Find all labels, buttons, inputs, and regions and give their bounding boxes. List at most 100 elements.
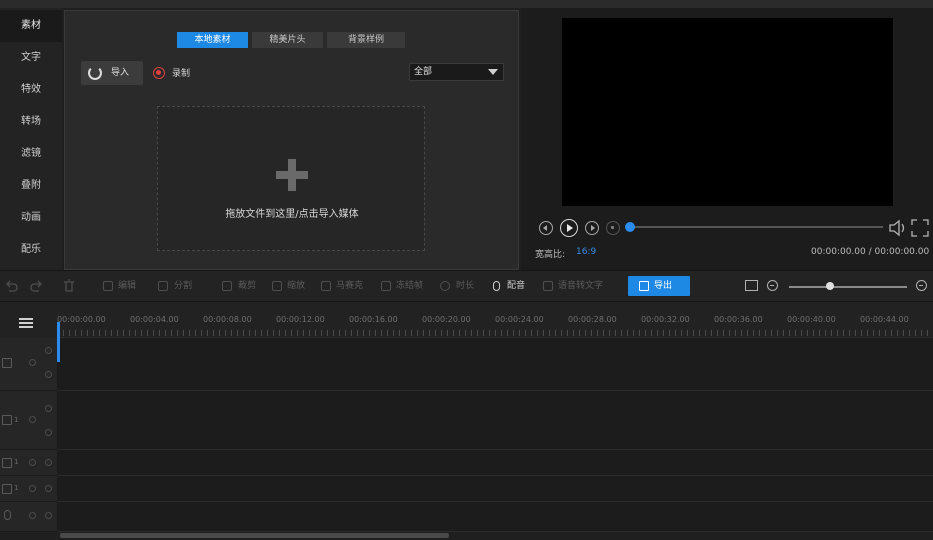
- playhead[interactable]: [57, 322, 60, 362]
- text-track-header: 1: [0, 450, 57, 476]
- tab-backgrounds[interactable]: 背景样例: [327, 32, 405, 48]
- ruler-label: 00:00:20.00: [422, 315, 471, 324]
- video-preview: [562, 18, 893, 206]
- microphone-icon: [493, 281, 500, 291]
- play-icon: [567, 224, 573, 232]
- media-panel: 本地素材 精美片头 背景样例 导入 录制 全部 拖放文件到这里/点击导入媒体: [64, 10, 519, 270]
- preview-panel: 宽高比: 16:9 00:00:00.00 / 00:00:00.00: [521, 8, 933, 270]
- sidebar-item-overlays[interactable]: 叠附: [0, 170, 62, 202]
- voice-track[interactable]: [57, 502, 933, 532]
- record-icon[interactable]: [153, 67, 165, 79]
- sidebar-item-animation[interactable]: 动画: [0, 202, 62, 234]
- toolbar-speech-to-text[interactable]: 语音转文字: [558, 271, 603, 301]
- sidebar-item-media[interactable]: 素材: [0, 10, 62, 42]
- ruler-label: 00:00:36.00: [714, 315, 763, 324]
- zoom-in-icon[interactable]: [916, 280, 927, 291]
- ruler-label: 00:00:16.00: [349, 315, 398, 324]
- ruler-label: 00:00:04.00: [130, 315, 179, 324]
- eye-icon[interactable]: [45, 405, 52, 412]
- track-number: 1: [14, 458, 19, 466]
- seek-bar[interactable]: [629, 226, 883, 228]
- speaker-icon[interactable]: [45, 429, 52, 436]
- aspect-ratio-value[interactable]: 16:9: [576, 247, 596, 257]
- speaker-icon[interactable]: [45, 371, 52, 378]
- toolbar-dubbing[interactable]: 配音: [507, 271, 525, 301]
- microphone-icon: [4, 510, 11, 520]
- video-track[interactable]: [57, 338, 933, 391]
- fullscreen-icon[interactable]: [911, 219, 929, 237]
- fit-timeline-icon[interactable]: [745, 280, 758, 291]
- plus-icon-vertical: [288, 159, 296, 191]
- clock-icon: [440, 281, 450, 291]
- horizontal-scrollbar[interactable]: [60, 533, 449, 538]
- import-button[interactable]: 导入: [81, 61, 143, 85]
- film-icon: [2, 358, 12, 368]
- record-label[interactable]: 录制: [172, 66, 190, 79]
- stop-button[interactable]: [606, 221, 620, 235]
- speaker-icon[interactable]: [45, 512, 52, 519]
- eye-icon[interactable]: [45, 459, 52, 466]
- toolbar-edit[interactable]: 编辑: [118, 271, 136, 301]
- ruler-ticks: [57, 330, 933, 336]
- lock-icon[interactable]: [29, 459, 36, 466]
- split-icon: [158, 281, 168, 291]
- sidebar: 素材 文字 特效 转场 滤镜 叠附 动画 配乐: [0, 8, 62, 270]
- music-track-header: 1: [0, 476, 57, 502]
- toolbar-duration[interactable]: 时长: [456, 271, 474, 301]
- toolbar-mosaic[interactable]: 马赛克: [336, 271, 363, 301]
- lock-icon[interactable]: [29, 485, 36, 492]
- stop-icon: [611, 226, 614, 229]
- timeline-ruler[interactable]: 00:00:00.00 00:00:04.00 00:00:08.00 00:0…: [57, 302, 933, 338]
- undo-icon[interactable]: [4, 279, 18, 293]
- tab-intros[interactable]: 精美片头: [252, 32, 323, 48]
- export-label: 导出: [654, 281, 673, 291]
- lock-icon[interactable]: [29, 512, 36, 519]
- import-icon: [88, 66, 102, 80]
- toolbar-crop[interactable]: 裁剪: [238, 271, 256, 301]
- play-button[interactable]: [560, 219, 578, 237]
- volume-icon[interactable]: [888, 219, 908, 237]
- ruler-label: 00:00:24.00: [495, 315, 544, 324]
- lock-icon[interactable]: [29, 416, 36, 423]
- ruler-label: 00:00:44.00: [860, 315, 909, 324]
- speaker-icon[interactable]: [45, 485, 52, 492]
- sidebar-item-text[interactable]: 文字: [0, 42, 62, 74]
- voice-track-header: [0, 502, 57, 532]
- import-label: 导入: [111, 68, 130, 78]
- seek-handle[interactable]: [625, 222, 635, 232]
- lock-icon[interactable]: [29, 359, 36, 366]
- eye-icon[interactable]: [45, 347, 52, 354]
- next-frame-button[interactable]: [585, 221, 599, 235]
- mosaic-icon: [321, 281, 331, 291]
- toolbar-freeze-frame[interactable]: 冻结帧: [396, 271, 423, 301]
- timeline-header-corner: [0, 302, 57, 338]
- prev-frame-button[interactable]: [539, 221, 553, 235]
- tab-local-media[interactable]: 本地素材: [177, 32, 248, 48]
- sidebar-item-effects[interactable]: 特效: [0, 74, 62, 106]
- redo-icon[interactable]: [30, 279, 44, 293]
- zoom-slider-handle[interactable]: [826, 282, 835, 290]
- ruler-label: 00:00:40.00: [787, 315, 836, 324]
- video-track-header: [0, 338, 57, 391]
- media-dropzone[interactable]: 拖放文件到这里/点击导入媒体: [157, 106, 425, 251]
- delete-icon[interactable]: [62, 279, 76, 293]
- text-track[interactable]: [57, 450, 933, 476]
- toolbar-zoom[interactable]: 缩放: [287, 271, 305, 301]
- title-bar: [0, 0, 933, 8]
- ruler-label: 00:00:00.00: [57, 315, 106, 324]
- toolbar-split[interactable]: 分割: [174, 271, 192, 301]
- add-track-icon[interactable]: [19, 318, 33, 328]
- pip-track[interactable]: [57, 391, 933, 450]
- timeline-toolbar: 编辑 分割 裁剪 缩放 马赛克 冻结帧 时长 配音 语音转文字 导出: [0, 270, 933, 302]
- sidebar-item-transitions[interactable]: 转场: [0, 106, 62, 138]
- zoom-out-icon[interactable]: [767, 280, 778, 291]
- export-button[interactable]: 导出: [628, 276, 690, 296]
- media-filter-select[interactable]: 全部: [409, 63, 504, 81]
- filter-value: 全部: [414, 67, 433, 77]
- sidebar-item-filters[interactable]: 滤镜: [0, 138, 62, 170]
- music-track[interactable]: [57, 476, 933, 502]
- speech-to-text-icon: [543, 281, 553, 291]
- zoom-slider[interactable]: [789, 286, 907, 288]
- sidebar-item-music[interactable]: 配乐: [0, 234, 62, 266]
- picture-in-picture-icon: [2, 415, 12, 425]
